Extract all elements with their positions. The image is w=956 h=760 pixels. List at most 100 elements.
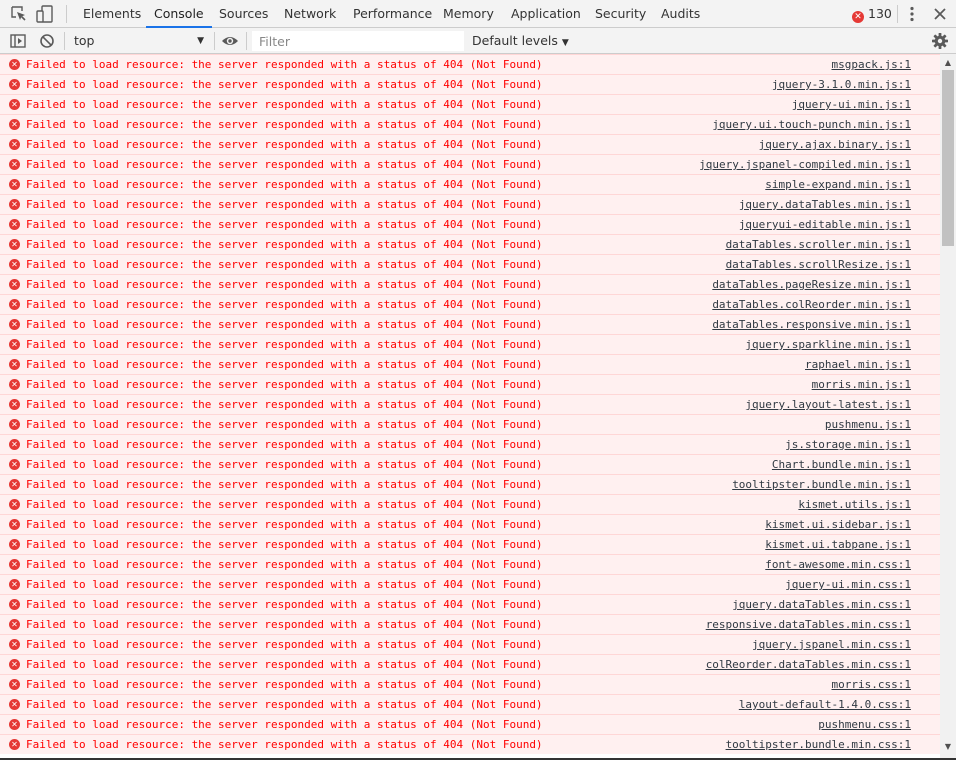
gear-icon[interactable] xyxy=(930,31,950,51)
error-message: Failed to load resource: the server resp… xyxy=(26,218,543,231)
console-error-row: ✕ Failed to load resource: the server res… xyxy=(0,114,940,134)
console-error-row: ✕ Failed to load resource: the server res… xyxy=(0,214,940,234)
error-message: Failed to load resource: the server resp… xyxy=(26,378,543,391)
error-icon: ✕ xyxy=(9,259,20,270)
tab-performance[interactable]: Performance xyxy=(353,0,432,27)
source-link[interactable]: dataTables.scrollResize.js:1 xyxy=(726,255,911,274)
source-link[interactable]: Chart.bundle.min.js:1 xyxy=(772,455,911,474)
source-link[interactable]: dataTables.scroller.min.js:1 xyxy=(726,235,911,254)
error-icon: ✕ xyxy=(9,119,20,130)
tab-audits[interactable]: Audits xyxy=(661,0,700,27)
source-link[interactable]: jquery.ui.touch-punch.min.js:1 xyxy=(712,115,911,134)
filter-input[interactable] xyxy=(252,31,464,51)
source-link[interactable]: responsive.dataTables.min.css:1 xyxy=(706,615,911,634)
tab-application[interactable]: Application xyxy=(511,0,581,27)
context-selector[interactable]: top ▼ xyxy=(66,31,210,51)
console-error-row: ✕ Failed to load resource: the server res… xyxy=(0,234,940,254)
error-message: Failed to load resource: the server resp… xyxy=(26,418,543,431)
error-icon: ✕ xyxy=(9,699,20,710)
error-icon: ✕ xyxy=(9,559,20,570)
source-link[interactable]: simple-expand.min.js:1 xyxy=(765,175,911,194)
console-sidebar-icon[interactable] xyxy=(8,31,28,51)
tab-memory[interactable]: Memory xyxy=(443,0,494,27)
console-error-row: ✕ Failed to load resource: the server res… xyxy=(0,94,940,114)
scroll-up-icon[interactable]: ▲ xyxy=(940,56,956,70)
source-link[interactable]: morris.css:1 xyxy=(832,675,911,694)
console-error-row: ✕ Failed to load resource: the server res… xyxy=(0,494,940,514)
error-icon: ✕ xyxy=(9,79,20,90)
console-error-row: ✕ Failed to load resource: the server res… xyxy=(0,334,940,354)
source-link[interactable]: pushmenu.js:1 xyxy=(825,415,911,434)
source-link[interactable]: jquery-3.1.0.min.js:1 xyxy=(772,75,911,94)
error-icon: ✕ xyxy=(9,599,20,610)
scrollbar-thumb[interactable] xyxy=(942,70,954,246)
console-error-row: ✕ Failed to load resource: the server res… xyxy=(0,654,940,674)
source-link[interactable]: kismet.utils.js:1 xyxy=(798,495,911,514)
source-link[interactable]: jquery.jspanel-compiled.min.js:1 xyxy=(699,155,911,174)
devtools-tabbar: Elements Console Sources Network Perform… xyxy=(0,0,956,28)
source-link[interactable]: colReorder.dataTables.min.css:1 xyxy=(706,655,911,674)
console-error-row: ✕ Failed to load resource: the server res… xyxy=(0,174,940,194)
error-count-badge[interactable]: ✕ 130 xyxy=(852,0,892,27)
source-link[interactable]: dataTables.responsive.min.js:1 xyxy=(712,315,911,334)
console-error-row: ✕ Failed to load resource: the server res… xyxy=(0,614,940,634)
source-link[interactable]: jquery.dataTables.min.js:1 xyxy=(739,195,911,214)
source-link[interactable]: jquery.ajax.binary.js:1 xyxy=(759,135,911,154)
context-value: top xyxy=(74,33,95,48)
scrollbar[interactable]: ▲ ▼ xyxy=(940,54,956,758)
error-icon: ✕ xyxy=(9,359,20,370)
console-error-row: ✕ Failed to load resource: the server res… xyxy=(0,674,940,694)
source-link[interactable]: jquery-ui.min.js:1 xyxy=(792,95,911,114)
source-link[interactable]: js.storage.min.js:1 xyxy=(785,435,911,454)
tab-sources[interactable]: Sources xyxy=(219,0,268,27)
source-link[interactable]: jquery.layout-latest.js:1 xyxy=(745,395,911,414)
close-icon[interactable] xyxy=(930,4,950,24)
source-link[interactable]: jquery.jspanel.min.css:1 xyxy=(752,635,911,654)
error-icon: ✕ xyxy=(9,379,20,390)
source-link[interactable]: pushmenu.css:1 xyxy=(818,715,911,734)
live-expression-eye-icon[interactable] xyxy=(220,31,240,51)
error-message: Failed to load resource: the server resp… xyxy=(26,118,543,131)
error-icon: ✕ xyxy=(9,339,20,350)
error-count-value: 130 xyxy=(868,6,892,21)
error-message: Failed to load resource: the server resp… xyxy=(26,438,543,451)
error-message: Failed to load resource: the server resp… xyxy=(26,638,543,651)
scroll-down-icon[interactable]: ▼ xyxy=(940,740,956,754)
error-message: Failed to load resource: the server resp… xyxy=(26,258,543,271)
console-error-row: ✕ Failed to load resource: the server res… xyxy=(0,714,940,734)
error-message: Failed to load resource: the server resp… xyxy=(26,478,543,491)
source-link[interactable]: morris.min.js:1 xyxy=(812,375,911,394)
source-link[interactable]: tooltipster.bundle.min.js:1 xyxy=(732,475,911,494)
source-link[interactable]: jquery-ui.min.css:1 xyxy=(785,575,911,594)
more-vertical-icon[interactable] xyxy=(902,4,922,24)
source-link[interactable]: dataTables.pageResize.min.js:1 xyxy=(712,275,911,294)
source-link[interactable]: dataTables.colReorder.min.js:1 xyxy=(712,295,911,314)
source-link[interactable]: font-awesome.min.css:1 xyxy=(765,555,911,574)
chevron-down-icon: ▼ xyxy=(197,36,204,46)
error-message: Failed to load resource: the server resp… xyxy=(26,458,543,471)
source-link[interactable]: jquery.dataTables.min.css:1 xyxy=(732,595,911,614)
source-link[interactable]: msgpack.js:1 xyxy=(832,55,911,74)
source-link[interactable]: jqueryui-editable.min.js:1 xyxy=(739,215,911,234)
source-link[interactable]: kismet.ui.sidebar.js:1 xyxy=(765,515,911,534)
error-icon: ✕ xyxy=(9,459,20,470)
clear-console-icon[interactable] xyxy=(37,31,57,51)
error-icon: ✕ xyxy=(9,479,20,490)
error-icon: ✕ xyxy=(852,11,864,23)
source-link[interactable]: tooltipster.bundle.min.css:1 xyxy=(726,735,911,754)
tab-elements[interactable]: Elements xyxy=(83,0,141,27)
source-link[interactable]: kismet.ui.tabpane.js:1 xyxy=(765,535,911,554)
error-message: Failed to load resource: the server resp… xyxy=(26,198,543,211)
source-link[interactable]: jquery.sparkline.min.js:1 xyxy=(745,335,911,354)
log-levels-label: Default levels xyxy=(472,33,558,48)
log-levels-dropdown[interactable]: Default levels ▼ xyxy=(472,31,569,51)
source-link[interactable]: layout-default-1.4.0.css:1 xyxy=(739,695,911,714)
tab-network[interactable]: Network xyxy=(284,0,336,27)
tab-console[interactable]: Console xyxy=(146,0,212,28)
tab-security[interactable]: Security xyxy=(595,0,646,27)
error-icon: ✕ xyxy=(9,319,20,330)
error-message: Failed to load resource: the server resp… xyxy=(26,578,543,591)
source-link[interactable]: raphael.min.js:1 xyxy=(805,355,911,374)
device-toolbar-icon[interactable] xyxy=(35,4,55,24)
inspect-element-icon[interactable] xyxy=(9,4,29,24)
